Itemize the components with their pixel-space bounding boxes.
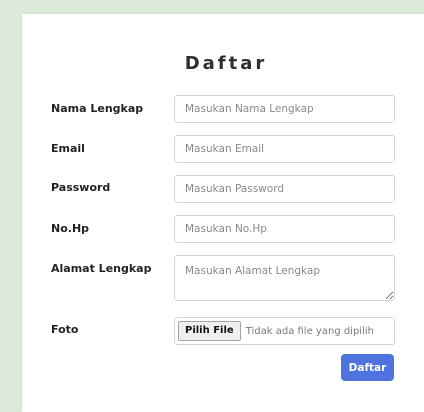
registration-card: Daftar Nama Lengkap Email Password No.Hp… bbox=[22, 14, 424, 412]
foto-label: Foto bbox=[51, 323, 79, 336]
password-label: Password bbox=[51, 181, 111, 194]
email-label: Email bbox=[51, 142, 85, 155]
alamat-lengkap-textarea[interactable] bbox=[174, 255, 395, 301]
email-input[interactable] bbox=[174, 135, 395, 163]
password-input[interactable] bbox=[174, 175, 395, 203]
choose-file-button[interactable]: Pilih File bbox=[178, 321, 241, 341]
form-title: Daftar bbox=[184, 53, 268, 74]
nama-lengkap-label: Nama Lengkap bbox=[51, 102, 144, 115]
daftar-submit-button[interactable]: Daftar bbox=[341, 354, 394, 381]
nohp-input[interactable] bbox=[174, 215, 395, 243]
nama-lengkap-input[interactable] bbox=[174, 95, 395, 123]
alamat-lengkap-label: Alamat Lengkap bbox=[51, 262, 152, 275]
file-status-text: Tidak ada file yang dipilih bbox=[245, 325, 374, 337]
nohp-label: No.Hp bbox=[51, 222, 90, 235]
foto-file-input[interactable]: Pilih File Tidak ada file yang dipilih bbox=[174, 317, 395, 345]
